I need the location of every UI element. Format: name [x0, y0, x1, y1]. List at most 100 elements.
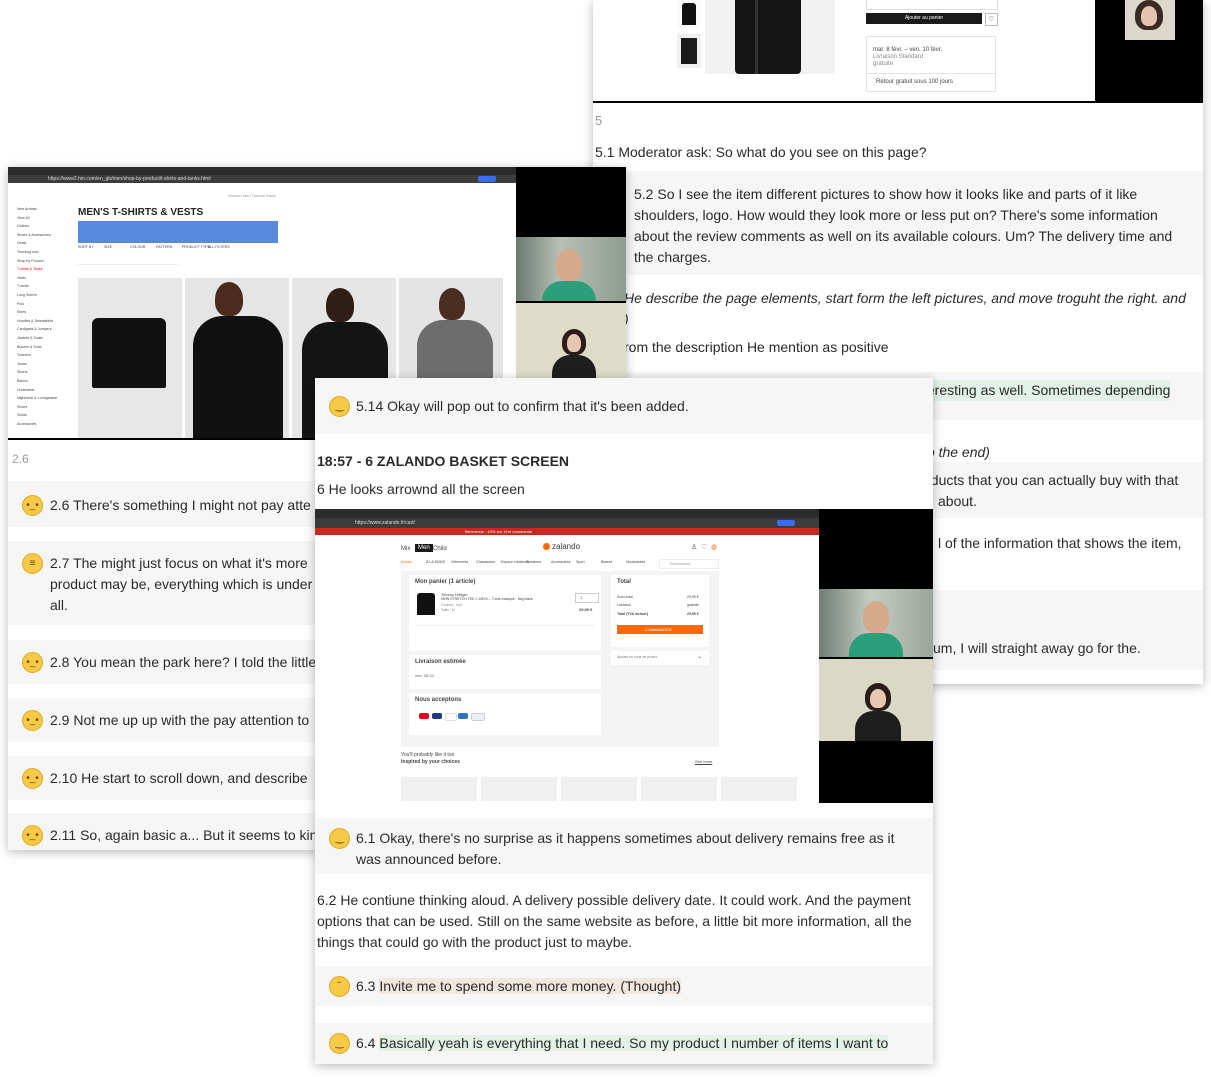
- hm-filter[interactable]: SIZE: [104, 245, 112, 249]
- hm-sidebar-item[interactable]: Vests: [17, 276, 26, 280]
- hm-filter[interactable]: SORT BY: [78, 245, 94, 249]
- zalando-logo[interactable]: zalando: [552, 542, 580, 551]
- zalando-category[interactable]: Entdec: [401, 560, 412, 564]
- note-description-text: rom the description He mention as positi…: [624, 339, 889, 355]
- hm-filter[interactable]: PRODUCT TYPE: [182, 245, 210, 249]
- hm-sidebar-item[interactable]: Deals: [17, 241, 26, 245]
- cart-item-image[interactable]: [417, 593, 435, 615]
- zalando-category[interactable]: Accessoires: [551, 560, 570, 564]
- hm-sidebar-item[interactable]: Basics: [17, 379, 28, 383]
- hm-sidebar-item[interactable]: Underwear: [17, 388, 35, 392]
- add-to-cart-button[interactable]: Ajouter au panier: [866, 13, 982, 24]
- account-icon[interactable]: ♙: [691, 543, 697, 551]
- hm-sidebar-item[interactable]: Clothes: [17, 224, 29, 228]
- search-placeholder: Rechercher: [670, 561, 691, 566]
- item-price: 29,99 €: [579, 607, 593, 612]
- hm-sidebar-item[interactable]: Shoes & Accessories: [17, 233, 51, 237]
- zalando-category[interactable]: Sneakers: [526, 560, 541, 564]
- search-input[interactable]: Rechercher: [659, 559, 719, 569]
- visa-icon: [445, 713, 457, 721]
- product-tile[interactable]: [185, 278, 289, 438]
- browser-tabbar: [315, 509, 819, 518]
- zalando-category[interactable]: Vêtements: [451, 560, 468, 564]
- neutral-face-icon: •_•: [22, 825, 43, 846]
- hm-sidebar-item[interactable]: Blazers & Suits: [17, 345, 41, 349]
- slight-smile-icon: ‿: [329, 396, 350, 417]
- amex-icon: [458, 713, 468, 719]
- address-url[interactable]: https://www.zalando.fr/cart/: [355, 520, 415, 526]
- see-more-link[interactable]: See more: [695, 759, 712, 764]
- note-6-2: 6.2 He contiune thinking aloud. A delive…: [315, 888, 933, 958]
- hm-sidebar-item[interactable]: Nightwear & Loungewear: [17, 396, 57, 400]
- hm-sidebar-item[interactable]: Socks: [17, 413, 27, 417]
- tab-child[interactable]: Child: [433, 546, 447, 552]
- note-products-line1: oducts that you can actually buy with th…: [923, 472, 1179, 488]
- hm-sidebar-item[interactable]: Shorts: [17, 370, 27, 374]
- product-tile[interactable]: [78, 278, 182, 438]
- hm-sidebar-item[interactable]: Accessories: [17, 422, 36, 426]
- zalando-category[interactable]: Sport: [576, 560, 585, 564]
- hm-sidebar-item[interactable]: Hoodies & Sweatshirts: [17, 319, 53, 323]
- address-url[interactable]: https://www2.hm.com/en_gb/men/shop-by-pr…: [48, 175, 211, 183]
- cart-icon[interactable]: ◍: [711, 543, 717, 551]
- slight-smile-icon: ‿: [329, 1033, 350, 1054]
- zalando-logo-icon[interactable]: [543, 543, 550, 550]
- hm-sidebar-item[interactable]: Polo: [17, 302, 24, 306]
- browser-address-bar: https://www.zalando.fr/cart/: [315, 518, 819, 528]
- promo-banner: Bienvenue: -15% sur 1ère commande: [315, 528, 819, 535]
- hm-sidebar-item[interactable]: New Arrivals: [17, 207, 37, 211]
- promo-code-field[interactable]: Ajouter un code de promo ⌄: [611, 651, 709, 665]
- neutral-face-icon: •_•: [22, 495, 43, 516]
- tab-mix[interactable]: Mix: [401, 546, 410, 552]
- note-6-3: ˘ 6.3 Invite me to spend some more money…: [315, 966, 933, 1006]
- note-6-3-text: 6.3 Invite me to spend some more money. …: [356, 976, 682, 997]
- hm-sidebar-item[interactable]: View All: [17, 216, 30, 220]
- hm-sidebar-item[interactable]: Jackets & Coats: [17, 336, 43, 340]
- hm-sidebar-item[interactable]: T-shirts: [17, 284, 29, 288]
- item-size: Taille : M: [441, 608, 455, 612]
- recommend-tile[interactable]: [481, 777, 557, 801]
- note-5-2-text: 5.2 So I see the item different pictures…: [634, 186, 1173, 265]
- hm-sidebar-item[interactable]: Cardigans & Jumpers: [17, 327, 52, 331]
- recommend-tile[interactable]: [401, 777, 477, 801]
- hm-sidebar-item[interactable]: Shop by Product: [17, 259, 44, 263]
- zalando-category[interactable]: Nouveautés: [626, 560, 645, 564]
- checkout-button[interactable]: COMMANDER: [617, 625, 703, 634]
- hm-sidebar-item[interactable]: Trending now: [17, 250, 39, 254]
- cart-panel: Mon panier (1 article) Tommy Hilfiger NE…: [409, 575, 601, 651]
- hm-sidebar-item[interactable]: Shoes: [17, 405, 27, 409]
- hm-selected-description: [78, 221, 278, 243]
- zalando-category[interactable]: Espace créateurs: [501, 560, 529, 564]
- note-6-3-highlight: Invite me to spend some more money. (Tho…: [379, 978, 682, 994]
- note-5-1: 5.1 Moderator ask: So what do you see on…: [595, 144, 927, 160]
- delivery-dates: mar. 8 févr. – ven. 10 févr.: [873, 47, 943, 53]
- note-6-2-line2: options that can be used. Still on the s…: [317, 913, 912, 929]
- hm-filter-bar: SORT BY SIZE COLOUR PATTERN PRODUCT TYPE ALL …: [78, 245, 508, 252]
- hm-filter[interactable]: ALL FILTERS: [208, 245, 230, 249]
- tab-men[interactable]: Men: [415, 544, 433, 552]
- recommend-tile[interactable]: [641, 777, 717, 801]
- hm-sidebar-item[interactable]: T-shirts & Tanks: [17, 267, 43, 271]
- hm-filter[interactable]: PATTERN: [156, 245, 172, 249]
- quantity-select[interactable]: 1: [575, 593, 599, 603]
- zalando-category[interactable]: Chaussures: [476, 560, 495, 564]
- note-2-9-text: 2.9 Not me up up with the pay attention …: [50, 712, 310, 728]
- wishlist-icon[interactable]: ♡: [985, 13, 998, 26]
- hm-sidebar-item[interactable]: Shirts: [17, 310, 26, 314]
- neutral-face-icon: •_•: [22, 710, 43, 731]
- hm-sidebar-item[interactable]: Trousers: [17, 353, 31, 357]
- recommend-tile[interactable]: [561, 777, 637, 801]
- hm-sidebar-item[interactable]: Long Sleeve: [17, 293, 37, 297]
- note-5-14-text: 5.14 Okay will pop out to confirm that i…: [356, 398, 689, 414]
- note-6-2-line1: 6.2 He contiune thinking aloud. A delive…: [317, 892, 911, 908]
- note-products-line2: about.: [938, 493, 977, 509]
- promo-text: Bienvenue: -15% sur 1ère commande: [465, 529, 533, 534]
- note-6-3-prefix: 6.3: [356, 978, 380, 994]
- recommend-tile[interactable]: [721, 777, 797, 801]
- hm-sidebar-item[interactable]: Jeans: [17, 362, 27, 366]
- hm-filter[interactable]: COLOUR: [130, 245, 145, 249]
- wishlist-icon[interactable]: ♡: [701, 543, 707, 551]
- neutral-face-icon: •_•: [22, 652, 43, 673]
- zalando-category[interactable]: À LA MODE: [426, 560, 445, 564]
- zalando-category[interactable]: Beauté: [601, 560, 612, 564]
